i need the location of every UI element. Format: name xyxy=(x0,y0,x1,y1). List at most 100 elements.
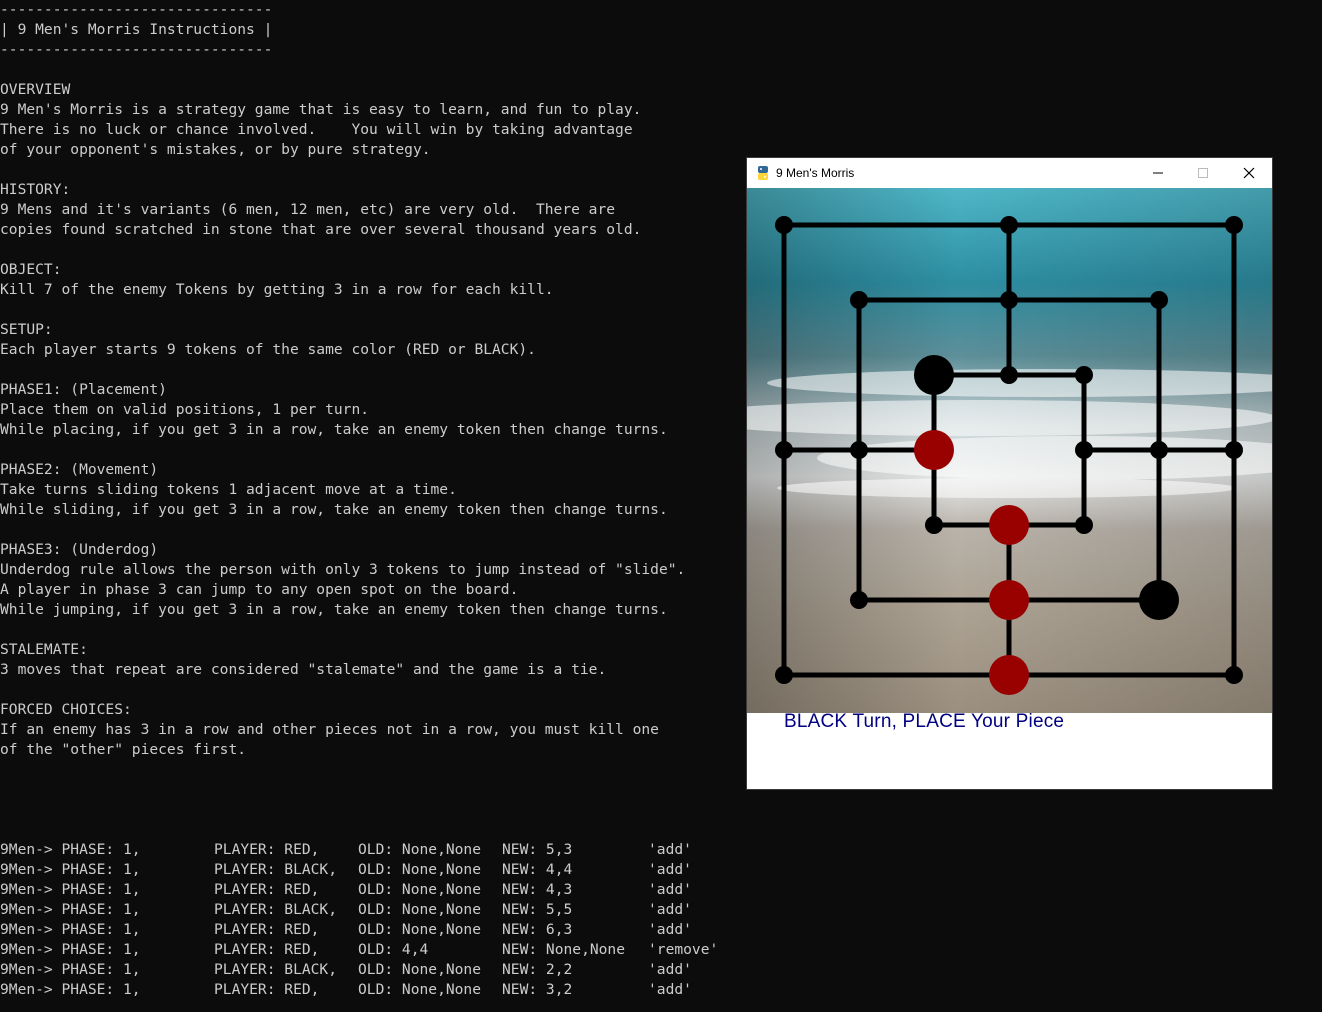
log-action: 'add' xyxy=(648,861,692,878)
board-node[interactable] xyxy=(1075,516,1093,534)
board-node[interactable] xyxy=(850,441,868,459)
board-node[interactable] xyxy=(1000,216,1018,234)
log-old: OLD: None,None xyxy=(358,921,482,938)
game-window: 9 Men's Morris BLACK Turn, PLACE Your Pi… xyxy=(747,158,1272,789)
board-node[interactable] xyxy=(775,216,793,234)
instruction-line: | 9 Men's Morris Instructions | xyxy=(0,21,273,38)
instruction-line: ------------------------------- xyxy=(0,41,273,58)
board-node[interactable] xyxy=(1075,366,1093,384)
board-node[interactable] xyxy=(925,516,943,534)
instruction-line: While sliding, if you get 3 in a row, ta… xyxy=(0,501,668,518)
instruction-line xyxy=(0,440,685,460)
instruction-line: HISTORY: xyxy=(0,181,71,198)
instruction-line: PHASE1: (Placement) xyxy=(0,381,167,398)
board-node[interactable] xyxy=(775,441,793,459)
log-phase: 9Men-> PHASE: 1, xyxy=(0,981,141,998)
log-row: 9Men-> PHASE: 1, PLAYER: RED, OLD: None,No… xyxy=(0,840,718,860)
minimize-button[interactable] xyxy=(1135,158,1181,188)
instruction-line: There is no luck or chance involved. You… xyxy=(0,121,633,138)
board-node[interactable] xyxy=(1150,291,1168,309)
log-new: NEW: 3,2 xyxy=(502,981,573,998)
turn-status: BLACK Turn, PLACE Your Piece xyxy=(784,711,1065,732)
board-node[interactable] xyxy=(850,591,868,609)
log-phase: 9Men-> PHASE: 1, xyxy=(0,841,141,858)
instruction-line: Kill 7 of the enemy Tokens by getting 3 … xyxy=(0,281,554,298)
log-old: OLD: None,None xyxy=(358,981,482,998)
title-bar[interactable]: 9 Men's Morris xyxy=(747,158,1272,188)
instruction-line: copies found scratched in stone that are… xyxy=(0,221,642,238)
instruction-line: OVERVIEW xyxy=(0,81,71,98)
log-new: NEW: None,None xyxy=(502,941,626,958)
instructions-text: ------------------------------- | 9 Men's… xyxy=(0,0,685,760)
instruction-line: A player in phase 3 can jump to any open… xyxy=(0,581,519,598)
instruction-line: Each player starts 9 tokens of the same … xyxy=(0,341,536,358)
log-player: PLAYER: RED, xyxy=(214,881,320,898)
instruction-line xyxy=(0,60,685,80)
log-player: PLAYER: RED, xyxy=(214,841,320,858)
log-new: NEW: 4,3 xyxy=(502,881,573,898)
board-node[interactable] xyxy=(1150,441,1168,459)
board-node[interactable] xyxy=(850,291,868,309)
python-app-icon xyxy=(755,165,771,181)
log-action: 'add' xyxy=(648,921,692,938)
instruction-line xyxy=(0,680,685,700)
log-new: NEW: 5,5 xyxy=(502,901,573,918)
board-node[interactable] xyxy=(1000,291,1018,309)
maximize-icon xyxy=(1198,168,1208,178)
black-token[interactable] xyxy=(914,355,954,395)
log-row: 9Men-> PHASE: 1, PLAYER: RED, OLD: None,No… xyxy=(0,920,718,940)
instruction-line xyxy=(0,520,685,540)
close-button[interactable] xyxy=(1226,158,1272,188)
instruction-line: OBJECT: xyxy=(0,261,62,278)
black-token[interactable] xyxy=(1139,580,1179,620)
instruction-line: SETUP: xyxy=(0,321,53,338)
instruction-line: of the "other" pieces first. xyxy=(0,741,247,758)
log-action: 'add' xyxy=(648,901,692,918)
board-node[interactable] xyxy=(1225,666,1243,684)
instruction-line: Take turns sliding tokens 1 adjacent mov… xyxy=(0,481,457,498)
minimize-icon xyxy=(1153,172,1163,174)
instruction-line: ------------------------------- xyxy=(0,1,273,18)
instruction-line xyxy=(0,160,685,180)
red-token[interactable] xyxy=(914,430,954,470)
log-row: 9Men-> PHASE: 1, PLAYER: RED, OLD: None,No… xyxy=(0,880,718,900)
log-new: NEW: 4,4 xyxy=(502,861,573,878)
instruction-line: Place them on valid positions, 1 per tur… xyxy=(0,401,370,418)
instruction-line: While jumping, if you get 3 in a row, ta… xyxy=(0,601,668,618)
log-action: 'add' xyxy=(648,961,692,978)
instruction-line xyxy=(0,360,685,380)
red-token[interactable] xyxy=(989,580,1029,620)
log-phase: 9Men-> PHASE: 1, xyxy=(0,861,141,878)
log-old: OLD: None,None xyxy=(358,881,482,898)
log-phase: 9Men-> PHASE: 1, xyxy=(0,921,141,938)
log-action: 'remove' xyxy=(648,941,719,958)
board-node[interactable] xyxy=(1075,441,1093,459)
log-player: PLAYER: BLACK, xyxy=(214,901,338,918)
log-new: NEW: 6,3 xyxy=(502,921,573,938)
instruction-line xyxy=(0,240,685,260)
log-new: NEW: 5,3 xyxy=(502,841,573,858)
log-old: OLD: None,None xyxy=(358,901,482,918)
board-node[interactable] xyxy=(775,666,793,684)
red-token[interactable] xyxy=(989,655,1029,695)
board-node[interactable] xyxy=(1000,366,1018,384)
instruction-line: PHASE3: (Underdog) xyxy=(0,541,159,558)
log-player: PLAYER: RED, xyxy=(214,921,320,938)
log-phase: 9Men-> PHASE: 1, xyxy=(0,881,141,898)
instruction-line: of your opponent's mistakes, or by pure … xyxy=(0,141,431,158)
log-old: OLD: None,None xyxy=(358,841,482,858)
log-action: 'add' xyxy=(648,841,692,858)
instruction-line: 9 Men's Morris is a strategy game that i… xyxy=(0,101,642,118)
log-old: OLD: 4,4 xyxy=(358,941,429,958)
instruction-line: Underdog rule allows the person with onl… xyxy=(0,561,686,578)
log-row: 9Men-> PHASE: 1, PLAYER: BLACK, OLD: None,… xyxy=(0,960,718,980)
red-token[interactable] xyxy=(989,505,1029,545)
board-node[interactable] xyxy=(1225,441,1243,459)
log-player: PLAYER: BLACK, xyxy=(214,861,338,878)
board-node[interactable] xyxy=(1225,216,1243,234)
maximize-button[interactable] xyxy=(1180,158,1226,188)
instruction-line: If an enemy has 3 in a row and other pie… xyxy=(0,721,659,738)
instruction-line xyxy=(0,620,685,640)
instruction-line: STALEMATE: xyxy=(0,641,88,658)
game-board[interactable] xyxy=(747,188,1272,713)
